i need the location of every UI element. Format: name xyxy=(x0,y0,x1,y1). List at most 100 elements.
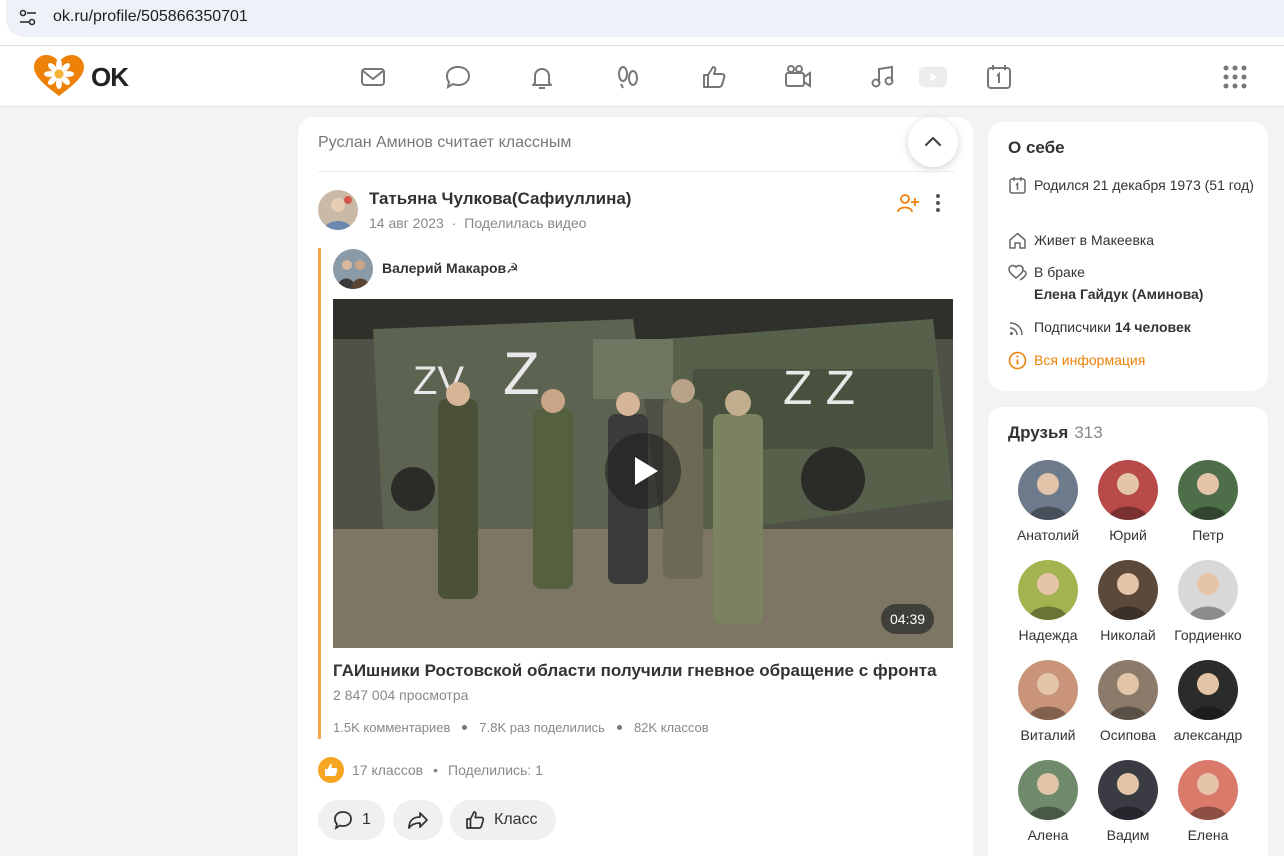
url-text[interactable]: ok.ru/profile/505866350701 xyxy=(53,8,248,26)
friend-name[interactable]: Алена xyxy=(1008,827,1088,843)
calendar-icon xyxy=(1009,177,1026,194)
video-comments-count[interactable]: 1.5K комментариев xyxy=(333,720,450,735)
friend-name[interactable]: Петр xyxy=(1168,527,1248,543)
friend-name[interactable]: александр xyxy=(1168,727,1248,743)
friend-avatar[interactable] xyxy=(1018,660,1078,720)
friend-avatar[interactable] xyxy=(1178,660,1238,720)
video-icon[interactable] xyxy=(783,62,813,92)
friend-item[interactable]: Надежда xyxy=(1008,560,1088,643)
birthday-text: Родился 21 декабря 1973 (51 год) xyxy=(1034,177,1254,193)
like-badge-icon xyxy=(318,757,344,783)
stat-separator xyxy=(616,725,622,730)
add-friend-icon xyxy=(897,194,919,213)
friend-item[interactable]: Анатолий xyxy=(1008,460,1088,543)
friend-avatar[interactable] xyxy=(1018,760,1078,820)
all-info-link[interactable]: Вся информация xyxy=(1008,349,1258,371)
friend-name[interactable]: Надежда xyxy=(1008,627,1088,643)
friends-title: Друзья xyxy=(1008,423,1069,442)
friend-avatar[interactable] xyxy=(1098,560,1158,620)
guests-icon[interactable] xyxy=(613,62,643,92)
followers-label: Подписчики xyxy=(1034,319,1112,335)
author-avatar[interactable] xyxy=(318,190,358,230)
add-friend-button[interactable] xyxy=(896,192,920,214)
play-button[interactable] xyxy=(605,433,681,509)
ok-logo-icon xyxy=(34,55,84,96)
share-button[interactable] xyxy=(393,800,443,840)
post-date[interactable]: 14 авг 2023 xyxy=(369,215,444,231)
divider xyxy=(318,171,954,172)
friend-avatar[interactable] xyxy=(1178,760,1238,820)
notifications-icon[interactable] xyxy=(527,62,557,92)
friend-item[interactable]: Петр xyxy=(1168,460,1248,543)
discussions-icon[interactable] xyxy=(443,62,473,92)
friend-item[interactable]: Елена xyxy=(1168,760,1248,843)
events-icon[interactable] xyxy=(699,62,729,92)
play-icon xyxy=(635,457,658,485)
friend-item[interactable]: Гордиенко xyxy=(1168,560,1248,643)
video-likes-count[interactable]: 82K классов xyxy=(634,720,709,735)
friend-avatar[interactable] xyxy=(1178,460,1238,520)
like-button[interactable]: Класс xyxy=(450,800,556,840)
site-settings-icon[interactable] xyxy=(18,9,38,27)
live-icon[interactable] xyxy=(918,62,950,92)
svg-text:Z Z: Z Z xyxy=(783,362,855,415)
post-shares-count[interactable]: Поделились: 1 xyxy=(448,762,543,778)
post-likes-count[interactable]: 17 классов xyxy=(352,762,423,778)
friend-name[interactable]: Анатолий xyxy=(1008,527,1088,543)
friend-avatar[interactable] xyxy=(1098,460,1158,520)
followers-row[interactable]: Подписчики 14 человек xyxy=(1008,316,1258,338)
friend-item[interactable]: Виталий xyxy=(1008,660,1088,743)
friend-name[interactable]: Гордиенко xyxy=(1168,627,1248,643)
apps-grid-icon[interactable] xyxy=(1220,62,1250,92)
meta-separator: · xyxy=(451,215,457,231)
friend-name[interactable]: Вадим xyxy=(1088,827,1168,843)
comment-button[interactable]: 1 xyxy=(318,800,385,840)
ok-logo[interactable]: OK xyxy=(33,54,133,100)
friend-avatar[interactable] xyxy=(1018,460,1078,520)
friend-name[interactable]: Виталий xyxy=(1008,727,1088,743)
friends-header[interactable]: Друзья 313 xyxy=(1008,423,1103,443)
friend-item[interactable]: Николай xyxy=(1088,560,1168,643)
video-stats: 1.5K комментариев 7.8K раз поделились 82… xyxy=(333,720,709,735)
friend-name[interactable]: Николай xyxy=(1088,627,1168,643)
messages-icon[interactable] xyxy=(358,62,388,92)
location-text[interactable]: Живет в Макеевка xyxy=(1034,229,1259,251)
hearts-icon xyxy=(1008,264,1027,281)
friend-item[interactable]: Юрий xyxy=(1088,460,1168,543)
video-player[interactable]: ZV Z Z Z 04:39 xyxy=(333,299,953,648)
friend-avatar[interactable] xyxy=(1018,560,1078,620)
followers-text: Подписчики 14 человек xyxy=(1034,316,1259,338)
calendar-icon[interactable] xyxy=(984,62,1014,92)
post-reactions: 17 классов • Поделились: 1 xyxy=(318,757,543,783)
video-title[interactable]: ГАИшники Ростовской области получили гне… xyxy=(333,661,953,681)
partner-name[interactable]: Елена Гайдук (Аминова) xyxy=(1034,283,1259,305)
friend-name[interactable]: Юрий xyxy=(1088,527,1168,543)
video-views: 2 847 004 просмотра xyxy=(333,687,469,703)
friend-name[interactable]: Осипова xyxy=(1088,727,1168,743)
friend-name[interactable]: Елена xyxy=(1168,827,1248,843)
friend-avatar[interactable] xyxy=(1098,660,1158,720)
repost-author-name[interactable]: Валерий Макаров☭ xyxy=(382,260,519,277)
friend-item[interactable]: Алена xyxy=(1008,760,1088,843)
friend-avatar[interactable] xyxy=(1098,760,1158,820)
video-shares-count[interactable]: 7.8K раз поделились xyxy=(479,720,605,735)
reaction-separator: • xyxy=(433,762,438,778)
feed-post-card: Руслан Аминов считает классным Татьяна Ч… xyxy=(298,117,973,856)
browser-address-bar[interactable]: ok.ru/profile/505866350701 xyxy=(0,0,1284,46)
post-action: Поделилась видео xyxy=(464,215,587,231)
friend-item[interactable]: Осипова xyxy=(1088,660,1168,743)
friend-item[interactable]: Вадим xyxy=(1088,760,1168,843)
followers-icon xyxy=(1009,322,1023,336)
repost-author-avatar[interactable] xyxy=(333,249,373,289)
feed-activity-header[interactable]: Руслан Аминов считает классным xyxy=(318,134,571,152)
friend-item[interactable]: александр xyxy=(1168,660,1248,743)
music-icon[interactable] xyxy=(868,62,898,92)
post-author-name[interactable]: Татьяна Чулкова(Сафиуллина) xyxy=(369,189,631,209)
more-options-button[interactable] xyxy=(928,191,948,215)
collapse-button[interactable] xyxy=(908,117,958,167)
friend-avatar[interactable] xyxy=(1178,560,1238,620)
comment-icon xyxy=(334,811,352,830)
home-icon xyxy=(1009,232,1026,249)
video-duration: 04:39 xyxy=(881,604,935,634)
stat-separator xyxy=(462,725,468,730)
